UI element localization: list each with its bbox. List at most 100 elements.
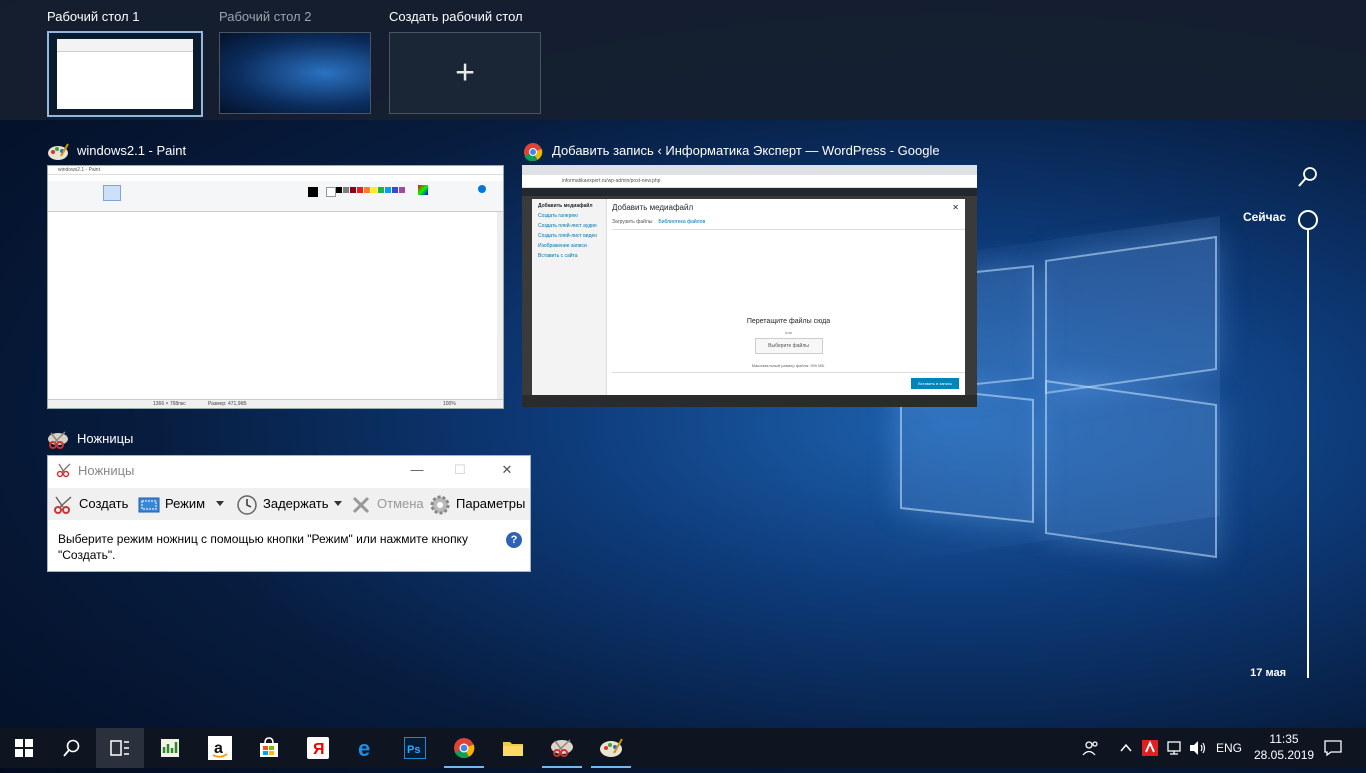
new-snip-label: Создать xyxy=(79,496,129,511)
mode-dropdown-icon[interactable] xyxy=(216,501,224,506)
photoshop-icon: Ps xyxy=(404,737,426,759)
chrome-icon xyxy=(522,142,544,161)
media-sidebar-item: Создать плей-лист аудио xyxy=(538,223,597,229)
chrome-window-thumbnail[interactable]: informatikaexpert.ru/wp-admin/post-new.p… xyxy=(522,165,977,407)
store-icon xyxy=(260,737,278,757)
tab-library: Библиотека файлов xyxy=(658,219,706,225)
scissors-icon xyxy=(47,430,69,449)
desktop-2-label: Рабочий стол 2 xyxy=(219,9,312,24)
people-icon[interactable] xyxy=(1082,728,1102,768)
paint-window-title: windows2.1 - Paint xyxy=(77,143,187,158)
snip-card-title[interactable]: Ножницы xyxy=(47,429,347,449)
edge-app[interactable]: e xyxy=(343,728,391,768)
start-icon xyxy=(15,739,33,757)
media-modal: Добавить медиафайл Создать галерею Созда… xyxy=(532,199,965,395)
search-icon xyxy=(63,739,80,757)
paint-status-dims: 1366 × 768пкс xyxy=(153,401,186,407)
svg-text:Ps: Ps xyxy=(407,744,420,756)
store-app[interactable] xyxy=(245,728,293,768)
paint-icon xyxy=(47,142,69,161)
taskbar: a Я e Ps ENG 11:35 28.05.2019 xyxy=(0,728,1366,768)
photoshop-app[interactable]: Ps xyxy=(391,728,439,768)
new-snip-button[interactable]: Создать xyxy=(52,493,128,515)
timeline-now-label: Сейчас xyxy=(1242,210,1286,224)
chevron-up-icon[interactable] xyxy=(1119,728,1135,768)
snipping-window[interactable]: Ножницы — ☐ ✕ Создать Режим Задержать От… xyxy=(47,455,531,572)
desktop-2[interactable]: Рабочий стол 2 xyxy=(219,8,371,114)
paint-app[interactable] xyxy=(587,728,635,768)
close-icon[interactable]: ✕ xyxy=(492,462,522,478)
cancel-button[interactable]: Отмена xyxy=(350,493,424,515)
options-button[interactable]: Параметры xyxy=(429,493,525,515)
explorer-app[interactable] xyxy=(489,728,537,768)
timeline-scrubber[interactable] xyxy=(1298,210,1318,230)
yandex-app[interactable]: Я xyxy=(294,728,342,768)
paint-status-size: Размер: 471,9КБ xyxy=(208,401,247,407)
close-icon: ✕ xyxy=(952,203,959,212)
paint-zoom: 100% xyxy=(443,401,456,407)
clock[interactable]: 11:35 28.05.2019 xyxy=(1254,731,1314,763)
gear-icon xyxy=(429,494,451,516)
language-indicator[interactable]: ENG xyxy=(1216,728,1244,768)
help-icon[interactable]: ? xyxy=(506,532,522,548)
task-view-icon xyxy=(110,740,129,756)
media-sidebar-item: Создать галерею xyxy=(538,213,578,219)
task-view-button[interactable] xyxy=(96,728,144,768)
yandex-icon: Я xyxy=(307,737,329,759)
select-files-button: Выберите файлы xyxy=(754,338,823,354)
chrome-app[interactable] xyxy=(440,728,488,768)
media-sidebar-item: Создать плей-лист видео xyxy=(538,233,598,239)
desktop-pane xyxy=(1045,379,1217,559)
explorer-icon xyxy=(503,742,523,756)
snip-card-label: Ножницы xyxy=(77,431,134,446)
snipping-app[interactable] xyxy=(538,728,586,768)
insert-button: Вставить в запись xyxy=(911,378,959,389)
search-button[interactable] xyxy=(48,728,96,768)
timeline-search-icon[interactable] xyxy=(1297,166,1319,188)
amazon-app[interactable]: a xyxy=(196,728,244,768)
max-size-note: Максимальный размер файла: 999 МБ. xyxy=(751,363,826,368)
media-sidebar: Добавить медиафайл Создать галерею Созда… xyxy=(532,199,607,395)
amazon-icon: a xyxy=(208,736,232,760)
new-desktop[interactable]: Создать рабочий стол + xyxy=(389,8,541,114)
tab-upload: Загрузить файлы xyxy=(612,219,653,225)
snip-toolbar: Создать Режим Задержать Отмена Параметры xyxy=(48,488,530,520)
network-icon[interactable] xyxy=(1166,728,1184,768)
chrome-icon xyxy=(454,738,475,759)
drop-heading: Перетащите файлы сюда xyxy=(746,318,831,325)
upload-dropzone: Перетащите файлы сюда или Выберите файлы… xyxy=(612,229,965,373)
paint-card-title[interactable]: windows2.1 - Paint xyxy=(47,141,502,161)
paint-statusbar: 1366 × 768пкс Размер: 471,9КБ 100% xyxy=(48,399,503,408)
chrome-card-title[interactable]: Добавить запись ‹ Информатика Эксперт — … xyxy=(522,141,942,161)
volume-icon[interactable] xyxy=(1189,728,1209,768)
chrome-window-title: Добавить запись ‹ Информатика Эксперт — … xyxy=(552,143,942,158)
minimize-icon[interactable]: — xyxy=(402,462,432,477)
maximize-icon[interactable]: ☐ xyxy=(445,462,475,478)
paint-doc-title: windows2.1 - Paint xyxy=(48,166,503,175)
drop-or: или xyxy=(785,330,792,335)
new-desktop-button[interactable]: + xyxy=(389,32,541,114)
options-label: Параметры xyxy=(456,496,526,511)
cancel-x-icon xyxy=(350,494,372,516)
paint-window-thumbnail[interactable]: windows2.1 - Paint 1366 × 768пкс Размер:… xyxy=(47,165,504,409)
notifications-icon[interactable] xyxy=(1324,728,1342,768)
desktop-2-thumbnail[interactable] xyxy=(219,32,371,114)
clock-icon xyxy=(236,494,258,516)
desktop-1-thumbnail[interactable] xyxy=(47,31,203,117)
mode-button[interactable]: Режим xyxy=(138,493,205,515)
desktop-pane xyxy=(1045,235,1217,395)
timeline-track[interactable] xyxy=(1307,228,1309,678)
start-button[interactable] xyxy=(0,728,48,768)
delay-button[interactable]: Задержать xyxy=(236,493,329,515)
clock-date: 28.05.2019 xyxy=(1254,748,1315,762)
antivirus-icon[interactable] xyxy=(1142,728,1160,768)
spreadsheet-app[interactable] xyxy=(146,728,194,768)
new-desktop-label: Создать рабочий стол xyxy=(389,9,523,24)
media-modal-title: Добавить медиафайл xyxy=(612,203,694,212)
desktop-1[interactable]: Рабочий стол 1 xyxy=(47,8,203,117)
media-sidebar-item: Вставить с сайта xyxy=(538,253,578,259)
plus-icon: + xyxy=(455,53,475,92)
svg-text:a: a xyxy=(214,740,223,757)
spreadsheet-icon xyxy=(161,739,179,757)
delay-dropdown-icon[interactable] xyxy=(334,501,342,506)
